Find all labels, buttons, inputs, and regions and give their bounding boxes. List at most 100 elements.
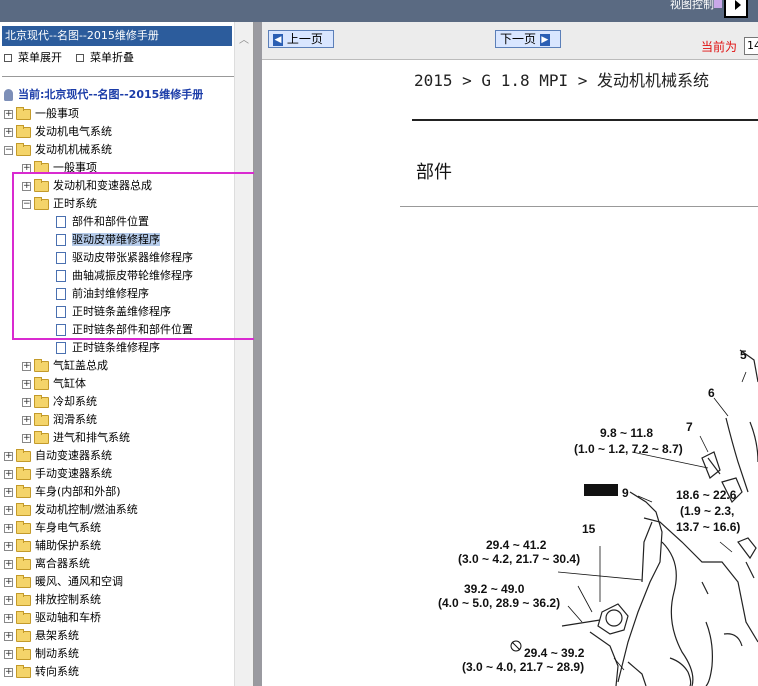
plus-icon[interactable]: + [4, 523, 13, 533]
torque-label: (3.0 ~ 4.0, 21.7 ~ 28.9) [462, 660, 585, 674]
torque-label: 9.8 ~ 11.8 [600, 426, 654, 440]
plus-icon[interactable]: + [22, 415, 31, 425]
menu-collapse-label: 菜单折叠 [90, 51, 134, 64]
view-control-icon[interactable] [714, 0, 722, 8]
callout-label: 9 [622, 486, 629, 500]
folder-icon [34, 394, 49, 408]
highlight-box [12, 172, 260, 340]
menu-expand-label: 菜单展开 [18, 51, 62, 64]
callout-label: 7 [686, 420, 693, 434]
exit-button[interactable] [724, 0, 748, 18]
document-icon [56, 342, 66, 354]
torque-label: 18.6 ~ 22.6 [676, 488, 737, 502]
tree-item[interactable]: + 进气和排气系统 [22, 429, 130, 446]
folder-icon [16, 448, 31, 462]
folder-icon [16, 574, 31, 588]
tree-item[interactable]: + 气缸体 [22, 375, 86, 392]
tree-item[interactable]: + 辅助保护系统 [4, 537, 101, 554]
plus-icon[interactable]: + [4, 541, 13, 551]
tree-item[interactable]: + 气缸盖总成 [22, 357, 108, 374]
pane-splitter[interactable] [254, 22, 262, 686]
content-pane: ◀ 上一页 下一页 ▶ 当前为 14 2015 > G 1.8 MPI > 发动… [262, 22, 758, 686]
tree-item[interactable]: + 车身电气系统 [4, 519, 101, 536]
folder-icon [16, 502, 31, 516]
folder-icon [16, 520, 31, 534]
torque-label: (1.0 ~ 1.2, 7.2 ~ 8.7) [574, 442, 683, 456]
folder-icon [16, 106, 31, 120]
tree-item[interactable]: + 驱动轴和车桥 [4, 609, 101, 626]
plus-icon[interactable]: + [4, 631, 13, 641]
plus-icon[interactable]: + [4, 469, 13, 479]
folder-icon [34, 376, 49, 390]
expand-icon [4, 54, 12, 62]
tree-item[interactable]: + 转向系统 [4, 663, 79, 680]
current-manual[interactable]: 当前:北京现代--名图--2015维修手册 [4, 88, 203, 102]
plus-icon[interactable]: + [4, 109, 13, 119]
tree-panel: 北京现代--名图--2015维修手册 菜单展开 菜单折叠 当前:北京现代--名图… [0, 22, 254, 686]
plus-icon[interactable]: + [4, 451, 13, 461]
book-icon [4, 89, 13, 101]
arrow-right-icon [735, 0, 741, 10]
tree-item[interactable]: + 发动机控制/燃油系统 [4, 501, 138, 518]
folder-icon [16, 466, 31, 480]
divider [2, 76, 234, 77]
tree-item[interactable]: + 润滑系统 [22, 411, 97, 428]
tree-item[interactable]: + 排放控制系统 [4, 591, 101, 608]
menu-expand-button[interactable]: 菜单展开 [4, 52, 62, 64]
tree-item[interactable]: + 冷却系统 [22, 393, 97, 410]
tree-item-doc[interactable]: 正时链条维修程序 [56, 339, 160, 356]
tree-item[interactable]: + 手动变速器系统 [4, 465, 112, 482]
plus-icon[interactable]: + [4, 559, 13, 569]
folder-icon [16, 484, 31, 498]
folder-icon [16, 664, 31, 678]
torque-label: 13.7 ~ 16.6) [676, 520, 741, 534]
collapse-icon [76, 54, 84, 62]
plus-icon[interactable]: + [22, 361, 31, 371]
plus-icon[interactable]: + [4, 487, 13, 497]
minus-icon[interactable]: − [4, 145, 13, 155]
tree-item[interactable]: + 一般事项 [4, 105, 79, 122]
tree-scrollbar[interactable]: ︿ [234, 22, 253, 686]
current-manual-label: 当前:北京现代--名图--2015维修手册 [18, 88, 204, 101]
folder-icon [16, 610, 31, 624]
folder-icon [16, 538, 31, 552]
plus-icon[interactable]: + [4, 577, 13, 587]
torque-label: (1.9 ~ 2.3, [680, 504, 735, 518]
tree-item[interactable]: + 车身(内部和外部) [4, 483, 121, 500]
callout-label: 5 [740, 348, 747, 362]
folder-open-icon [16, 142, 31, 156]
plus-icon[interactable]: + [4, 595, 13, 605]
torque-label: 39.2 ~ 49.0 [464, 582, 525, 596]
folder-icon [16, 124, 31, 138]
tree-item[interactable]: + 暖风、通风和空调 [4, 573, 123, 590]
top-toolbar: 视图控制 [0, 0, 758, 22]
plus-icon[interactable]: + [4, 649, 13, 659]
torque-label: 29.4 ~ 39.2 [524, 646, 585, 660]
torque-label: (3.0 ~ 4.2, 21.7 ~ 30.4) [458, 552, 581, 566]
tree-item[interactable]: + 发动机电气系统 [4, 123, 112, 140]
tree-item[interactable]: + 悬架系统 [4, 627, 79, 644]
folder-icon [34, 430, 49, 444]
folder-icon [34, 358, 49, 372]
chevron-up-icon[interactable]: ︿ [239, 36, 249, 46]
tree-item[interactable]: + 自动变速器系统 [4, 447, 112, 464]
tree-item[interactable]: + 离合器系统 [4, 555, 90, 572]
plus-icon[interactable]: + [22, 397, 31, 407]
plus-icon[interactable]: + [22, 433, 31, 443]
plus-icon[interactable]: + [22, 379, 31, 389]
callout-label: 15 [582, 522, 596, 536]
folder-icon [16, 646, 31, 660]
tree-item[interactable]: + 制动系统 [4, 645, 79, 662]
folder-icon [16, 628, 31, 642]
plus-icon[interactable]: + [4, 127, 13, 137]
folder-icon [34, 412, 49, 426]
torque-label: (4.0 ~ 5.0, 28.9 ~ 36.2) [438, 596, 561, 610]
plus-icon[interactable]: + [4, 667, 13, 677]
callout-label: 6 [708, 386, 715, 400]
plus-icon[interactable]: + [4, 613, 13, 623]
menu-collapse-button[interactable]: 菜单折叠 [76, 52, 134, 64]
plus-icon[interactable]: + [4, 505, 13, 515]
folder-icon [16, 556, 31, 570]
view-control-label[interactable]: 视图控制 [670, 0, 714, 10]
tree-item[interactable]: − 发动机机械系统 [4, 141, 112, 158]
